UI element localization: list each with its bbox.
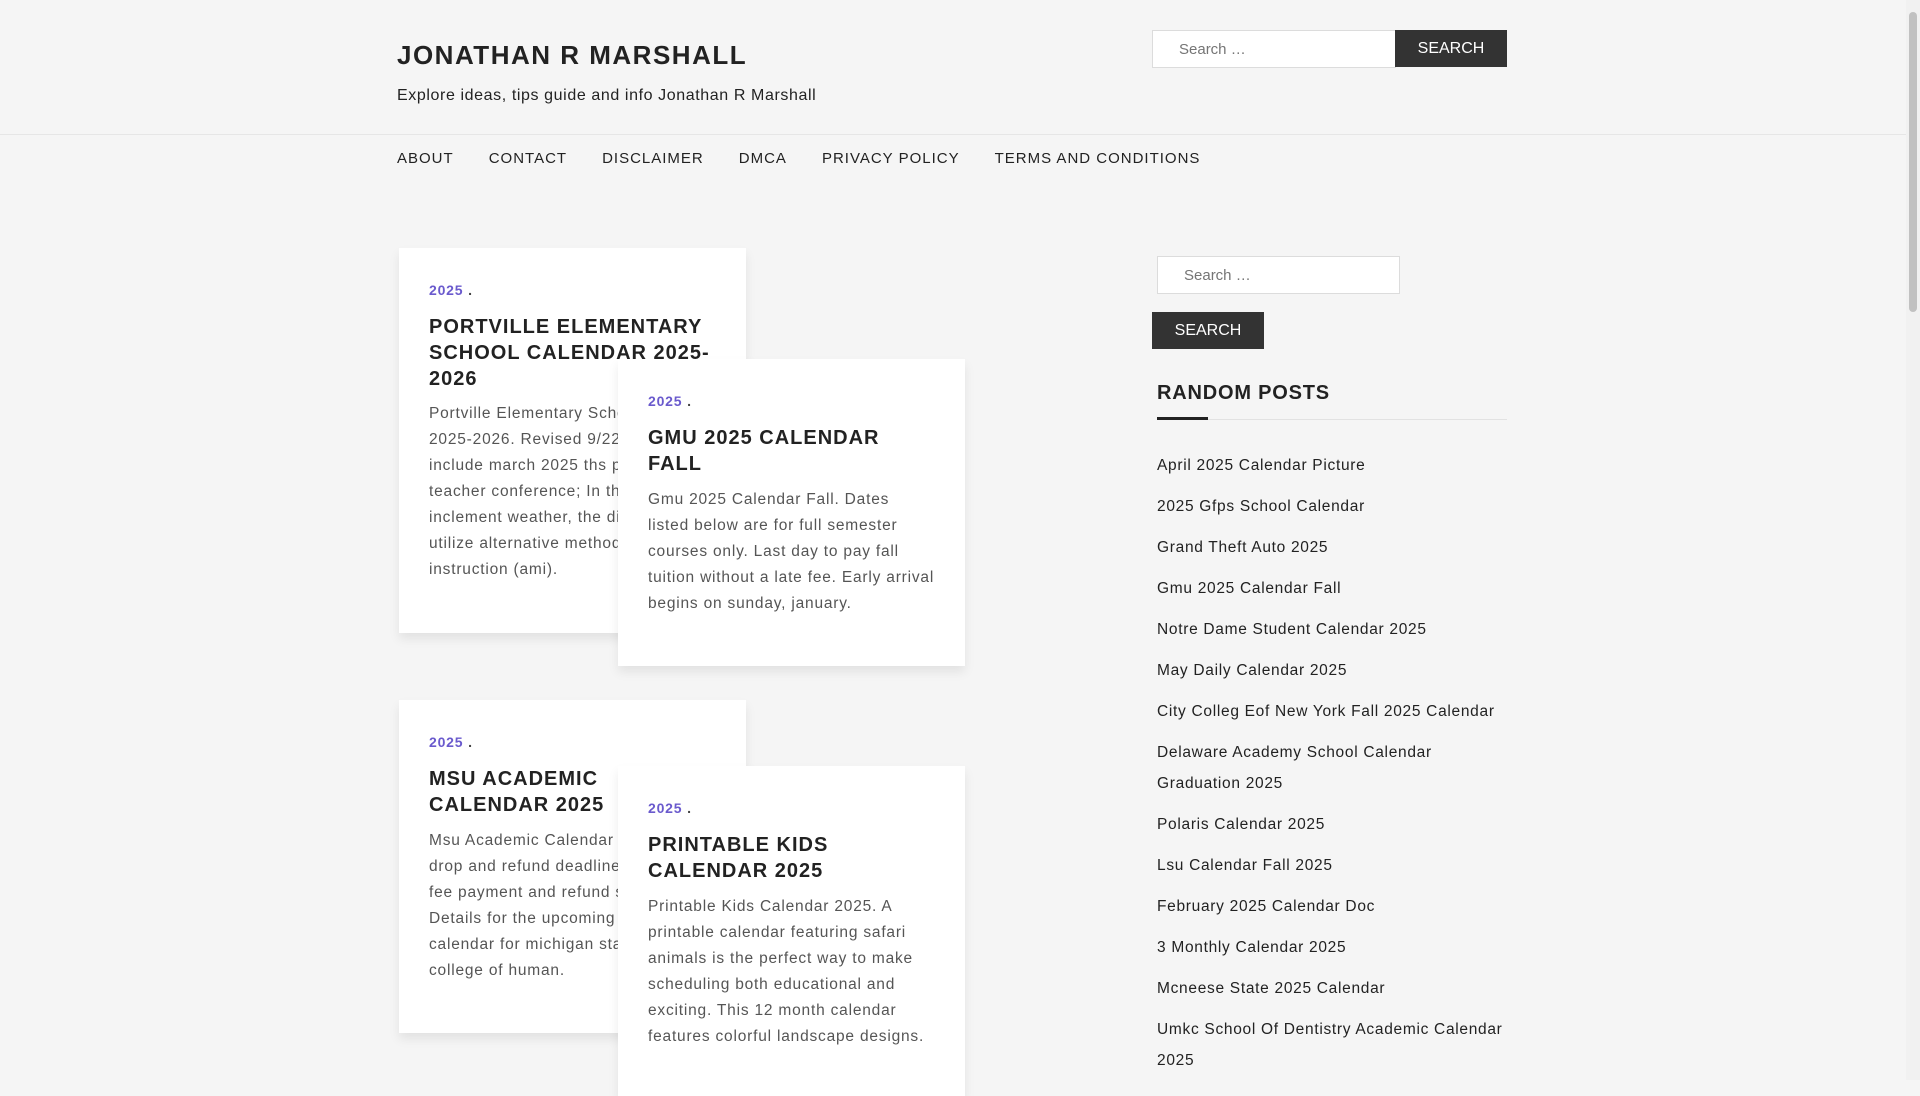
random-post-link[interactable]: Gmu 2025 Calendar Fall: [1157, 580, 1341, 597]
site-title[interactable]: JONATHAN R MARSHALL: [397, 40, 747, 71]
list-item: May Daily Calendar 2025: [1157, 655, 1517, 686]
sidebar-search-input[interactable]: [1158, 265, 1399, 285]
random-post-link[interactable]: February 2025 Calendar Doc: [1157, 898, 1375, 915]
header-search-input[interactable]: [1153, 39, 1395, 59]
post-category[interactable]: 2025 .: [429, 734, 473, 750]
nav-item-contact[interactable]: CONTACT: [489, 150, 567, 167]
random-post-link[interactable]: Lsu Calendar Fall 2025: [1157, 857, 1333, 874]
list-item: February 2025 Calendar Doc: [1157, 891, 1517, 922]
random-post-link[interactable]: Delaware Academy School Calendar Graduat…: [1157, 744, 1432, 792]
heading-accent-bar: [1157, 417, 1208, 420]
random-post-link[interactable]: City Colleg Eof New York Fall 2025 Calen…: [1157, 703, 1495, 720]
list-item: City Colleg Eof New York Fall 2025 Calen…: [1157, 696, 1517, 727]
list-item: Grand Theft Auto 2025: [1157, 532, 1517, 563]
post-card: 2025 . GMU 2025 CALENDAR FALL Gmu 2025 C…: [618, 359, 965, 666]
post-category[interactable]: 2025 .: [648, 393, 692, 409]
list-item: Lsu Calendar Fall 2025: [1157, 850, 1517, 881]
post-title[interactable]: PRINTABLE KIDS CALENDAR 2025: [648, 832, 935, 884]
site-description: Explore ideas, tips guide and info Jonat…: [397, 87, 817, 104]
heading-divider: [1157, 419, 1507, 420]
list-item: Mcneese State 2025 Calendar: [1157, 973, 1517, 1004]
nav-item-dmca[interactable]: DMCA: [739, 150, 787, 167]
page-scrollbar[interactable]: [1906, 0, 1920, 1080]
random-posts-heading: RANDOM POSTS: [1157, 382, 1330, 404]
nav-item-terms[interactable]: TERMS AND CONDITIONS: [995, 150, 1201, 167]
list-item: Umkc School Of Dentistry Academic Calend…: [1157, 1014, 1517, 1076]
random-post-link[interactable]: Umkc School Of Dentistry Academic Calend…: [1157, 1021, 1503, 1069]
random-post-link[interactable]: Notre Dame Student Calendar 2025: [1157, 621, 1427, 638]
random-post-link[interactable]: Polaris Calendar 2025: [1157, 816, 1325, 833]
post-excerpt: Gmu 2025 Calendar Fall. Dates listed bel…: [648, 491, 935, 612]
post-excerpt: Printable Kids Calendar 2025. A printabl…: [648, 898, 925, 1045]
sidebar-search-box: [1157, 256, 1400, 294]
nav-item-disclaimer[interactable]: DISCLAIMER: [602, 150, 704, 167]
header-search-box: [1152, 30, 1396, 68]
list-item: Delaware Academy School Calendar Graduat…: [1157, 737, 1517, 799]
sidebar-search-button[interactable]: SEARCH: [1152, 312, 1264, 349]
post-card: 2025 . PRINTABLE KIDS CALENDAR 2025 Prin…: [618, 766, 965, 1096]
list-item: April 2025 Calendar Picture: [1157, 450, 1517, 481]
random-post-link[interactable]: 2025 Gfps School Calendar: [1157, 498, 1365, 515]
post-title[interactable]: GMU 2025 CALENDAR FALL: [648, 425, 935, 477]
scrollbar-thumb[interactable]: [1909, 12, 1917, 312]
list-item: 3 Monthly Calendar 2025: [1157, 932, 1517, 963]
random-posts-list: April 2025 Calendar Picture 2025 Gfps Sc…: [1157, 450, 1517, 1086]
list-item: Notre Dame Student Calendar 2025: [1157, 614, 1517, 645]
nav-item-privacy-policy[interactable]: PRIVACY POLICY: [822, 150, 960, 167]
random-post-link[interactable]: Mcneese State 2025 Calendar: [1157, 980, 1385, 997]
post-category[interactable]: 2025 .: [648, 800, 692, 816]
site-header: JONATHAN R MARSHALL Explore ideas, tips …: [0, 0, 1906, 135]
random-post-link[interactable]: 3 Monthly Calendar 2025: [1157, 939, 1346, 956]
header-search-button[interactable]: SEARCH: [1395, 30, 1507, 67]
list-item: Gmu 2025 Calendar Fall: [1157, 573, 1517, 604]
main-navigation: ABOUT CONTACT DISCLAIMER DMCA PRIVACY PO…: [397, 150, 1235, 167]
post-category[interactable]: 2025 .: [429, 282, 473, 298]
random-post-link[interactable]: May Daily Calendar 2025: [1157, 662, 1347, 679]
list-item: Polaris Calendar 2025: [1157, 809, 1517, 840]
random-post-link[interactable]: April 2025 Calendar Picture: [1157, 457, 1365, 474]
list-item: 2025 Gfps School Calendar: [1157, 491, 1517, 522]
random-post-link[interactable]: Grand Theft Auto 2025: [1157, 539, 1328, 556]
nav-item-about[interactable]: ABOUT: [397, 150, 454, 167]
